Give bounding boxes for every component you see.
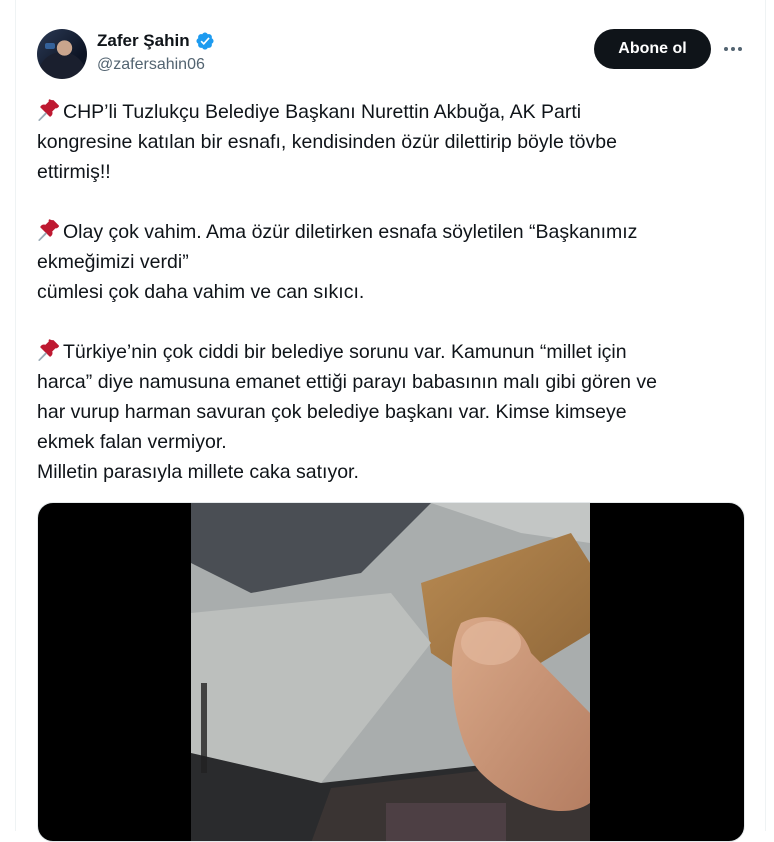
tweet-text: CHP’li Tuzlukçu Belediye Başkanı Nuretti… [37, 97, 747, 487]
video-still-image [191, 503, 590, 841]
paragraph-text: Olay çok vahim. Ama özür diletirken esna… [37, 221, 638, 303]
pushpin-icon [38, 219, 59, 242]
avatar[interactable] [37, 29, 87, 79]
author-name[interactable]: Zafer Şahin [97, 31, 190, 51]
pushpin-icon [38, 99, 59, 122]
author-handle[interactable]: @zafersahin06 [97, 56, 205, 74]
tweet-paragraph: CHP’li Tuzlukçu Belediye Başkanı Nuretti… [37, 97, 747, 187]
follow-button[interactable]: Abone ol [594, 29, 711, 69]
paragraph-text: Türkiye’nin çok ciddi bir belediye sorun… [37, 341, 658, 483]
video-player[interactable] [37, 502, 745, 842]
pushpin-icon [38, 339, 59, 362]
more-options-icon[interactable] [720, 36, 746, 62]
video-frame[interactable] [191, 503, 590, 841]
tweet-paragraph: Olay çok vahim. Ama özür diletirken esna… [37, 217, 747, 307]
verified-badge-icon [196, 32, 214, 50]
paragraph-text: CHP’li Tuzlukçu Belediye Başkanı Nuretti… [37, 101, 617, 183]
author-name-row[interactable]: Zafer Şahin [97, 31, 215, 51]
tweet-paragraph: Türkiye’nin çok ciddi bir belediye sorun… [37, 337, 747, 487]
